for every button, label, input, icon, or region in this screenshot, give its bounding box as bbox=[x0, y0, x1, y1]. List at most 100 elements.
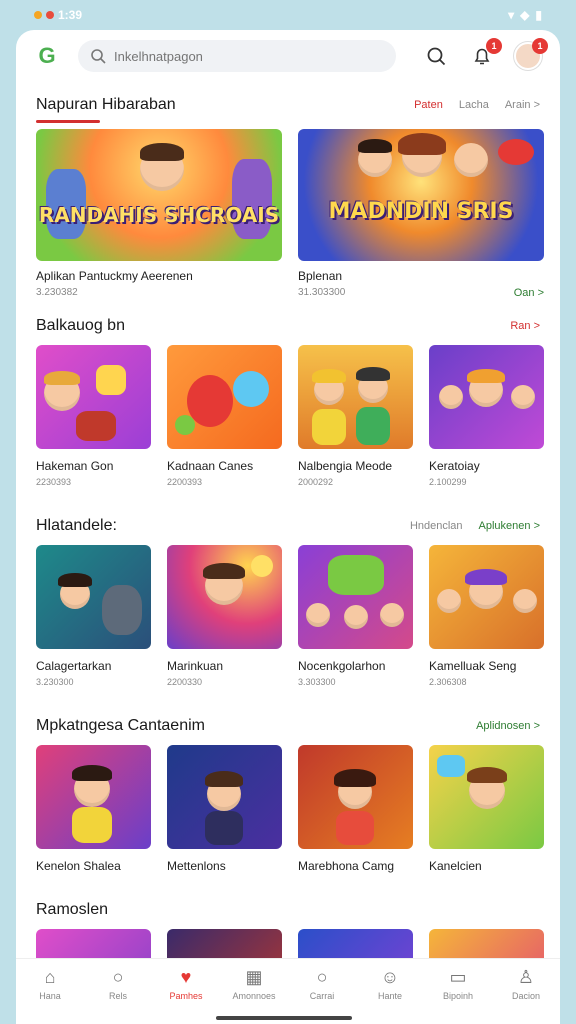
section-4: Ramoslen bbox=[16, 901, 560, 958]
section-2-row: Calagertarkan 3.230300 Marinkuan 2200330 bbox=[16, 545, 560, 687]
card-sub: 3.303300 bbox=[298, 677, 336, 687]
featured-link-1[interactable]: Paten bbox=[414, 99, 443, 111]
nav-label: Pamhes bbox=[169, 991, 203, 1001]
app-logo[interactable]: G bbox=[30, 43, 64, 69]
featured-card[interactable]: RANDAHIS SHCROAIS Aplikan Pantuckmy Aeer… bbox=[36, 129, 282, 299]
game-thumbnail bbox=[167, 929, 282, 958]
character-face bbox=[437, 589, 461, 613]
game-thumbnail bbox=[36, 345, 151, 449]
notification-dot bbox=[46, 11, 54, 19]
body-shape bbox=[312, 409, 346, 445]
featured-link-3[interactable]: Arain > bbox=[505, 99, 540, 111]
home-indicator[interactable] bbox=[216, 1016, 352, 1020]
notifications-button[interactable]: 1 bbox=[468, 38, 502, 70]
section-3-links: Aplidnosen > bbox=[476, 720, 540, 732]
notification-dot bbox=[34, 11, 42, 19]
section-2-link-1[interactable]: Hndenclan bbox=[410, 520, 463, 532]
game-card[interactable]: Calagertarkan 3.230300 bbox=[36, 545, 151, 687]
nav-item-people[interactable]: ☺ Hante bbox=[358, 967, 422, 1001]
featured-item-cta[interactable]: Oan > bbox=[514, 287, 544, 299]
character-hair bbox=[312, 369, 346, 383]
search-bar[interactable] bbox=[78, 40, 396, 72]
character-hair bbox=[205, 771, 243, 787]
games-icon: ♥ bbox=[180, 967, 192, 987]
game-card[interactable] bbox=[298, 929, 413, 958]
game-card[interactable]: Kenelon Shalea bbox=[36, 745, 151, 873]
book-icon: ▭ bbox=[449, 967, 467, 987]
game-card[interactable]: Marebhona Camg bbox=[298, 745, 413, 873]
card-title: Hakeman Gon bbox=[36, 459, 114, 473]
nav-item-apps[interactable]: ▦ Amonnoes bbox=[222, 967, 286, 1001]
character-hair bbox=[356, 367, 390, 381]
account-icon: ♙ bbox=[517, 967, 535, 987]
game-card[interactable]: Marinkuan 2200330 bbox=[167, 545, 282, 687]
card-title: Kamelluak Seng bbox=[429, 659, 517, 673]
card-title: Calagertarkan bbox=[36, 659, 112, 673]
character-hair bbox=[465, 569, 507, 585]
creature-shape bbox=[102, 585, 142, 635]
featured-row: RANDAHIS SHCROAIS Aplikan Pantuckmy Aeer… bbox=[16, 129, 560, 299]
featured-image: MADNDIN SRIS bbox=[298, 129, 544, 261]
card-sub: 2200393 bbox=[167, 477, 203, 487]
grid-icon: ▦ bbox=[245, 967, 263, 987]
game-card[interactable]: Nalbengia Meode 2000292 bbox=[298, 345, 413, 487]
game-card[interactable]: Kadnaan Canes 2200393 bbox=[167, 345, 282, 487]
search-input[interactable] bbox=[114, 48, 374, 64]
game-card[interactable]: Kamelluak Seng 2.306308 bbox=[429, 545, 544, 687]
nav-item-account[interactable]: ♙ Dacion bbox=[494, 967, 558, 1001]
character-hair bbox=[44, 371, 80, 385]
character-shape bbox=[187, 375, 233, 427]
game-card[interactable] bbox=[167, 929, 282, 958]
section-2: Hlatandele: Hndenclan Aplukenen > Calage… bbox=[16, 517, 560, 687]
battery-icon: ▮ bbox=[535, 8, 542, 22]
body-shape bbox=[72, 807, 112, 843]
profile-badge: 1 bbox=[532, 38, 548, 54]
game-thumbnail bbox=[298, 545, 413, 649]
character-face bbox=[306, 603, 330, 627]
nav-item-games[interactable]: ♥ Pamhes bbox=[154, 967, 218, 1001]
character-hair bbox=[467, 369, 505, 383]
section-2-link-2[interactable]: Aplukenen > bbox=[479, 520, 540, 532]
featured-item-sub: 3.230382 bbox=[36, 287, 78, 298]
card-sub: 2230393 bbox=[36, 477, 72, 487]
game-card[interactable] bbox=[36, 929, 151, 958]
game-thumbnail bbox=[298, 745, 413, 849]
nav-label: Amonnoes bbox=[232, 991, 276, 1001]
game-card[interactable]: Mettenlons bbox=[167, 745, 282, 873]
character-hair bbox=[72, 765, 112, 781]
nav-item-books[interactable]: ▭ Bipoinh bbox=[426, 967, 490, 1001]
top-bar: G 1 1 bbox=[16, 30, 560, 82]
game-card[interactable]: Keratoiay 2.100299 bbox=[429, 345, 544, 487]
section-3-title: Mpkatngesa Cantaenim bbox=[36, 717, 205, 734]
character-face bbox=[513, 589, 537, 613]
featured-item-title: Bplenan bbox=[298, 269, 343, 283]
game-card[interactable]: Hakeman Gon 2230393 bbox=[36, 345, 151, 487]
card-title: Kanelcien bbox=[429, 859, 482, 873]
game-card[interactable] bbox=[429, 929, 544, 958]
featured-card[interactable]: MADNDIN SRIS Bplenan 31.303300 Oan > bbox=[298, 129, 544, 299]
character-face bbox=[511, 385, 535, 409]
game-thumbnail bbox=[429, 545, 544, 649]
status-left: 1:39 bbox=[34, 8, 82, 22]
notification-badge: 1 bbox=[486, 38, 502, 54]
game-thumbnail bbox=[298, 929, 413, 958]
game-card[interactable]: Nocenkgolarhon 3.303300 bbox=[298, 545, 413, 687]
game-card[interactable]: Kanelcien bbox=[429, 745, 544, 873]
search-button[interactable] bbox=[422, 42, 450, 70]
building-shape bbox=[232, 159, 272, 239]
section-1-links: Ran > bbox=[510, 320, 540, 332]
card-title: Mettenlons bbox=[167, 859, 226, 873]
nav-item-search[interactable]: ○ Rels bbox=[86, 967, 150, 1001]
profile-button[interactable]: 1 bbox=[514, 38, 548, 70]
section-4-title: Ramoslen bbox=[36, 901, 109, 918]
section-1-link[interactable]: Ran > bbox=[510, 320, 540, 332]
nav-item-search-2[interactable]: ○ Carrai bbox=[290, 967, 354, 1001]
search-icon: ○ bbox=[316, 967, 328, 987]
section-3-link[interactable]: Aplidnosen > bbox=[476, 720, 540, 732]
featured-image: RANDAHIS SHCROAIS bbox=[36, 129, 282, 261]
nav-item-home[interactable]: ⌂ Hana bbox=[18, 967, 82, 1001]
body-shape bbox=[205, 811, 243, 845]
section-1-title: Balkauog bn bbox=[36, 317, 125, 334]
featured-link-2[interactable]: Lacha bbox=[459, 99, 489, 111]
section-2-title: Hlatandele: bbox=[36, 517, 117, 534]
